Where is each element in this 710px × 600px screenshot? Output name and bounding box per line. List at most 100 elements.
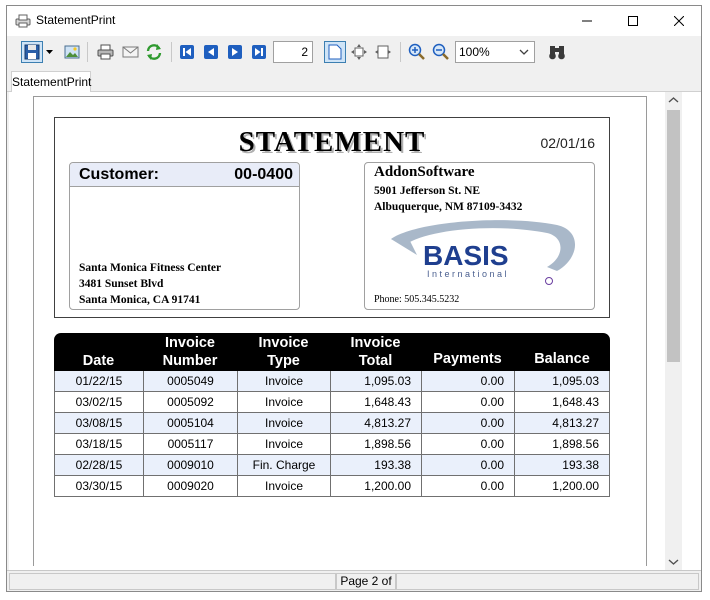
last-page-button[interactable] <box>248 41 270 63</box>
minimize-button[interactable] <box>564 6 610 35</box>
cell-balance: 193.38 <box>514 455 610 476</box>
zoom-value: 100% <box>459 45 490 59</box>
window-title: StatementPrint <box>36 13 116 27</box>
scroll-down-icon[interactable] <box>668 558 679 566</box>
previous-page-icon <box>204 45 218 59</box>
company-name: AddonSoftware <box>374 164 475 180</box>
print-button[interactable] <box>94 41 116 63</box>
report-page: STATEMENT 02/01/16 Customer: 00-0400 San… <box>33 96 647 566</box>
customer-address-line: 3481 Sunset Blvd <box>79 278 164 290</box>
single-page-view-button[interactable] <box>324 41 346 63</box>
statement-title: STATEMENT <box>238 126 426 158</box>
column-header-balance: Balance <box>534 351 590 367</box>
first-page-icon <box>180 45 194 59</box>
customer-address-line: Santa Monica Fitness Center <box>79 262 222 274</box>
status-panel <box>9 573 336 590</box>
status-page-indicator: Page 2 of 3 <box>336 573 396 591</box>
scroll-up-icon[interactable] <box>668 96 679 104</box>
logo-text: BASIS <box>423 240 509 271</box>
tab-statement-print[interactable]: StatementPrint <box>11 71 91 93</box>
close-button[interactable] <box>656 6 701 35</box>
cell-invoice-number: 0005092 <box>143 392 237 413</box>
binoculars-icon <box>549 46 565 60</box>
cell-invoice-number: 0005117 <box>143 434 237 455</box>
company-address: 5901 Jefferson St. NE Albuquerque, NM 87… <box>374 183 522 215</box>
find-button[interactable] <box>546 41 568 63</box>
cell-invoice-number: 0009010 <box>143 455 237 476</box>
cell-invoice-number: 0009020 <box>143 476 237 497</box>
maximize-button[interactable] <box>610 6 656 35</box>
cell-invoice-total: 1,648.43 <box>330 392 421 413</box>
save-button[interactable] <box>21 41 43 63</box>
cell-date: 03/02/15 <box>54 392 143 413</box>
statement-header-box: STATEMENT 02/01/16 Customer: 00-0400 San… <box>54 117 610 318</box>
next-page-button[interactable] <box>224 41 246 63</box>
logo-subtext: International <box>427 269 509 279</box>
cell-date: 01/22/15 <box>54 371 143 392</box>
zoom-select[interactable]: 100% <box>455 41 535 63</box>
fit-width-icon <box>375 45 391 59</box>
zoom-out-button[interactable] <box>430 41 452 63</box>
document-viewport: STATEMENT 02/01/16 Customer: 00-0400 San… <box>9 92 701 570</box>
cell-invoice-total: 4,813.27 <box>330 413 421 434</box>
cell-invoice-total: 1,200.00 <box>330 476 421 497</box>
toolbar-separator <box>87 42 88 62</box>
zoom-in-icon <box>408 43 425 60</box>
company-address-line: 5901 Jefferson St. NE <box>374 185 481 197</box>
toolbar-separator <box>171 42 172 62</box>
statement-date: 02/01/16 <box>540 135 596 151</box>
fit-page-button[interactable] <box>348 41 370 63</box>
status-panel <box>396 573 699 590</box>
fit-width-button[interactable] <box>372 41 394 63</box>
cell-date: 02/28/15 <box>54 455 143 476</box>
cell-invoice-type: Invoice <box>237 476 330 497</box>
export-image-button[interactable] <box>61 41 83 63</box>
zoom-out-icon <box>432 43 449 60</box>
floppy-disk-icon <box>24 44 40 60</box>
cell-date: 03/08/15 <box>54 413 143 434</box>
column-header-invoice-type: Invoice Type <box>258 335 309 369</box>
next-page-icon <box>228 45 242 59</box>
printer-icon <box>97 44 113 60</box>
page-number-input[interactable]: 2 <box>273 41 313 63</box>
cell-invoice-type: Invoice <box>237 392 330 413</box>
refresh-button[interactable] <box>143 41 165 63</box>
invoice-table-header: Date Invoice Number Invoice Type Invoice To… <box>54 333 610 371</box>
cell-balance: 1,200.00 <box>514 476 610 497</box>
tab-strip: StatementPrint <box>7 70 701 93</box>
cell-invoice-type: Invoice <box>237 371 330 392</box>
column-header-date: Date <box>82 353 115 369</box>
customer-address-line: Santa Monica, CA 91741 <box>79 294 201 306</box>
maximize-icon <box>628 15 638 26</box>
scrollbar-thumb[interactable] <box>667 110 680 362</box>
picture-icon <box>64 45 80 59</box>
statement-print-window: StatementPrint 2 100% StatementPrint STA… <box>6 5 702 592</box>
email-button[interactable] <box>119 41 141 63</box>
cell-invoice-type: Fin. Charge <box>237 455 330 476</box>
cell-payments: 0.00 <box>421 476 514 497</box>
cell-invoice-type: Invoice <box>237 434 330 455</box>
cell-date: 03/18/15 <box>54 434 143 455</box>
table-row: 01/22/15 0005049 Invoice 1,095.03 0.00 1… <box>54 371 610 392</box>
cell-date: 03/30/15 <box>54 476 143 497</box>
column-header-payments: Payments <box>433 351 502 367</box>
zoom-in-button[interactable] <box>406 41 428 63</box>
company-box: AddonSoftware 5901 Jefferson St. NE Albu… <box>364 162 595 310</box>
column-header-invoice-number: Invoice Number <box>162 335 218 369</box>
vertical-scrollbar[interactable] <box>665 92 682 570</box>
cell-payments: 0.00 <box>421 413 514 434</box>
cell-invoice-type: Invoice <box>237 413 330 434</box>
cell-payments: 0.00 <box>421 434 514 455</box>
cell-invoice-total: 1,095.03 <box>330 371 421 392</box>
first-page-button[interactable] <box>176 41 198 63</box>
cell-balance: 1,898.56 <box>514 434 610 455</box>
toolbar-separator <box>400 42 401 62</box>
cell-invoice-number: 0005049 <box>143 371 237 392</box>
cell-payments: 0.00 <box>421 392 514 413</box>
refresh-icon <box>146 44 162 60</box>
title-bar: StatementPrint <box>7 6 701 36</box>
previous-page-button[interactable] <box>200 41 222 63</box>
toolbar: 2 100% <box>7 36 701 70</box>
save-dropdown-button[interactable] <box>43 41 55 63</box>
cell-invoice-number: 0005104 <box>143 413 237 434</box>
